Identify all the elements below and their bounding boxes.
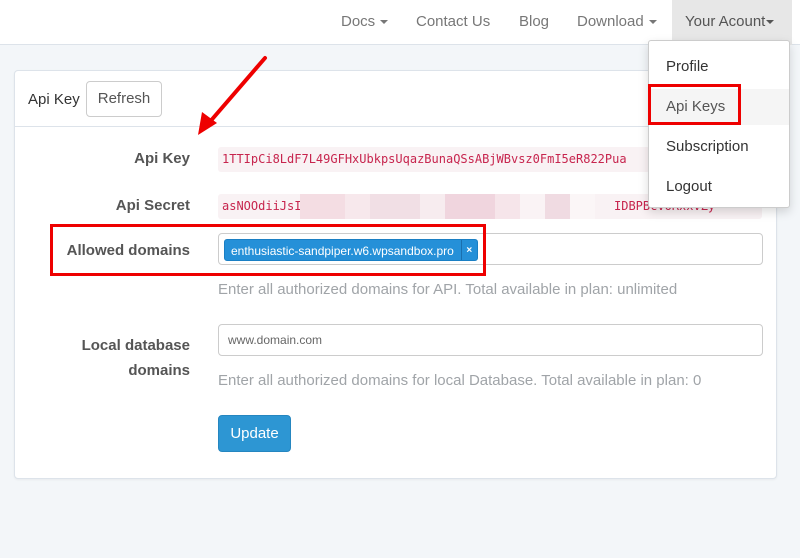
allowed-domains-label: Allowed domains [66, 242, 190, 259]
redaction-block [345, 194, 370, 219]
update-button[interactable]: Update [218, 415, 291, 452]
local-db-domains-help: Enter all authorized domains for local D… [218, 372, 702, 389]
nav-docs-label: Docs [341, 13, 376, 30]
redaction-block [420, 194, 445, 219]
nav-blog[interactable]: Blog [519, 0, 549, 45]
redaction-block [520, 194, 545, 219]
local-db-domains-label: Local database domains [10, 333, 190, 383]
tag-remove-icon[interactable]: × [460, 240, 477, 260]
nav-contact-label: Contact Us [416, 13, 491, 30]
redaction-block [370, 194, 420, 219]
nav-your-account-dropdown[interactable]: Your Acount [672, 0, 792, 45]
top-navbar: Docs Contact Us Blog Download Your Acoun… [0, 0, 800, 45]
domain-tag: enthusiastic-sandpiper.w6.wpsandbox.pro … [224, 239, 478, 261]
redaction-block [545, 194, 570, 219]
local-db-domains-input[interactable] [218, 324, 763, 356]
nav-account-label: Your Acount [685, 13, 766, 30]
account-dropdown-menu: Profile Api Keys Subscription Logout [648, 40, 790, 208]
redaction-block [495, 194, 520, 219]
redaction-block [570, 194, 595, 219]
local-db-label-line2: domains [128, 362, 190, 379]
api-secret-start: asNOOdiiJsI [222, 199, 302, 213]
allowed-domains-help: Enter all authorized domains for API. To… [218, 281, 678, 298]
menu-item-logout[interactable]: Logout [649, 169, 789, 205]
api-key-label: Api Key [134, 150, 190, 167]
api-key-value: 1TTIpCi8LdF7L49GFHxUbkpsUqazBunaQSsABjWB… [218, 147, 650, 172]
menu-item-subscription[interactable]: Subscription [649, 129, 789, 165]
caret-down-icon [648, 20, 657, 25]
menu-item-profile[interactable]: Profile [649, 49, 789, 85]
domain-tag-label: enthusiastic-sandpiper.w6.wpsandbox.pro [231, 244, 454, 258]
refresh-button[interactable]: Refresh [86, 81, 162, 117]
menu-item-api-keys[interactable]: Api Keys [649, 89, 789, 125]
panel-title: Api Key [28, 91, 80, 108]
caret-down-icon [766, 20, 775, 25]
redaction-block [300, 194, 345, 219]
redaction-block [445, 194, 495, 219]
nav-blog-label: Blog [519, 13, 550, 30]
nav-docs-dropdown[interactable]: Docs [341, 0, 389, 45]
allowed-domains-input[interactable]: enthusiastic-sandpiper.w6.wpsandbox.pro … [218, 233, 763, 265]
caret-down-icon [380, 20, 389, 25]
api-secret-label: Api Secret [115, 197, 190, 214]
nav-contact-us[interactable]: Contact Us [416, 0, 490, 45]
nav-download-label: Download [577, 13, 644, 30]
nav-download-dropdown[interactable]: Download [577, 0, 657, 45]
local-db-label-line1: Local database [81, 337, 190, 354]
